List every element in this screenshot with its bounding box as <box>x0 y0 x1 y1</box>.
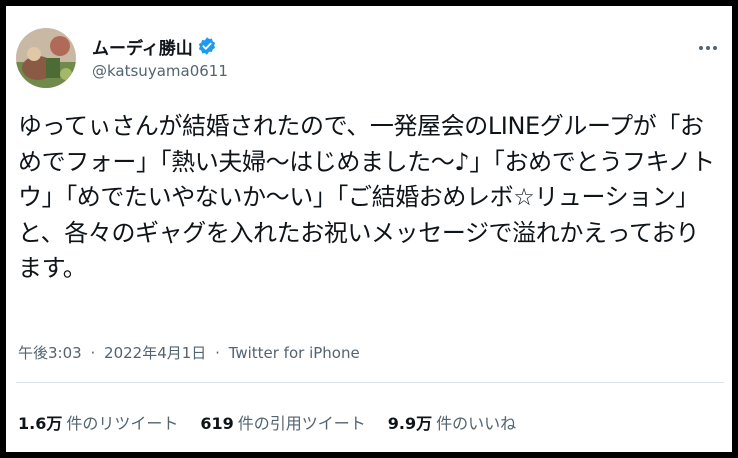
more-options-icon[interactable] <box>696 38 720 58</box>
divider <box>16 382 724 383</box>
avatar[interactable] <box>16 28 76 88</box>
user-handle[interactable]: @katsuyama0611 <box>92 62 228 80</box>
quotes-count: 619 <box>200 414 234 433</box>
display-name[interactable]: ムーディ勝山 <box>92 34 193 59</box>
quotes-stat[interactable]: 619 件の引用ツイート <box>200 410 365 434</box>
tweet-card: ムーディ勝山 @katsuyama0611 ゆってぃさんが結婚されたので、一発屋… <box>6 6 732 452</box>
likes-label: 件のいいね <box>436 414 517 433</box>
tweet-date[interactable]: 2022年4月1日 <box>104 344 206 362</box>
meta-separator: · <box>90 344 96 362</box>
name-row: ムーディ勝山 <box>92 34 217 59</box>
meta-separator: · <box>215 344 220 362</box>
verified-badge-icon <box>197 36 217 56</box>
tweet-text: ゆってぃさんが結婚されたので、一発屋会のLINEグループが「おめでフォー」「熱い… <box>18 112 715 282</box>
tweet-header: ムーディ勝山 @katsuyama0611 <box>16 28 722 92</box>
tweet-stats: 1.6万 件のリツイート 619 件の引用ツイート 9.9万 件のいいね <box>18 410 538 434</box>
tweet-time[interactable]: 午後3:03 <box>18 344 82 362</box>
likes-stat[interactable]: 9.9万 件のいいね <box>388 410 516 434</box>
likes-count: 9.9万 <box>387 414 433 433</box>
retweets-count: 1.6万 <box>18 414 63 433</box>
retweets-label: 件のリツイート <box>66 414 179 433</box>
quotes-label: 件の引用ツイート <box>237 414 366 433</box>
tweet-meta: 午後3:03 · 2022年4月1日 · Twitter for iPhone <box>18 342 360 363</box>
retweets-stat[interactable]: 1.6万 件のリツイート <box>18 410 178 434</box>
tweet-source[interactable]: Twitter for iPhone <box>229 344 360 362</box>
